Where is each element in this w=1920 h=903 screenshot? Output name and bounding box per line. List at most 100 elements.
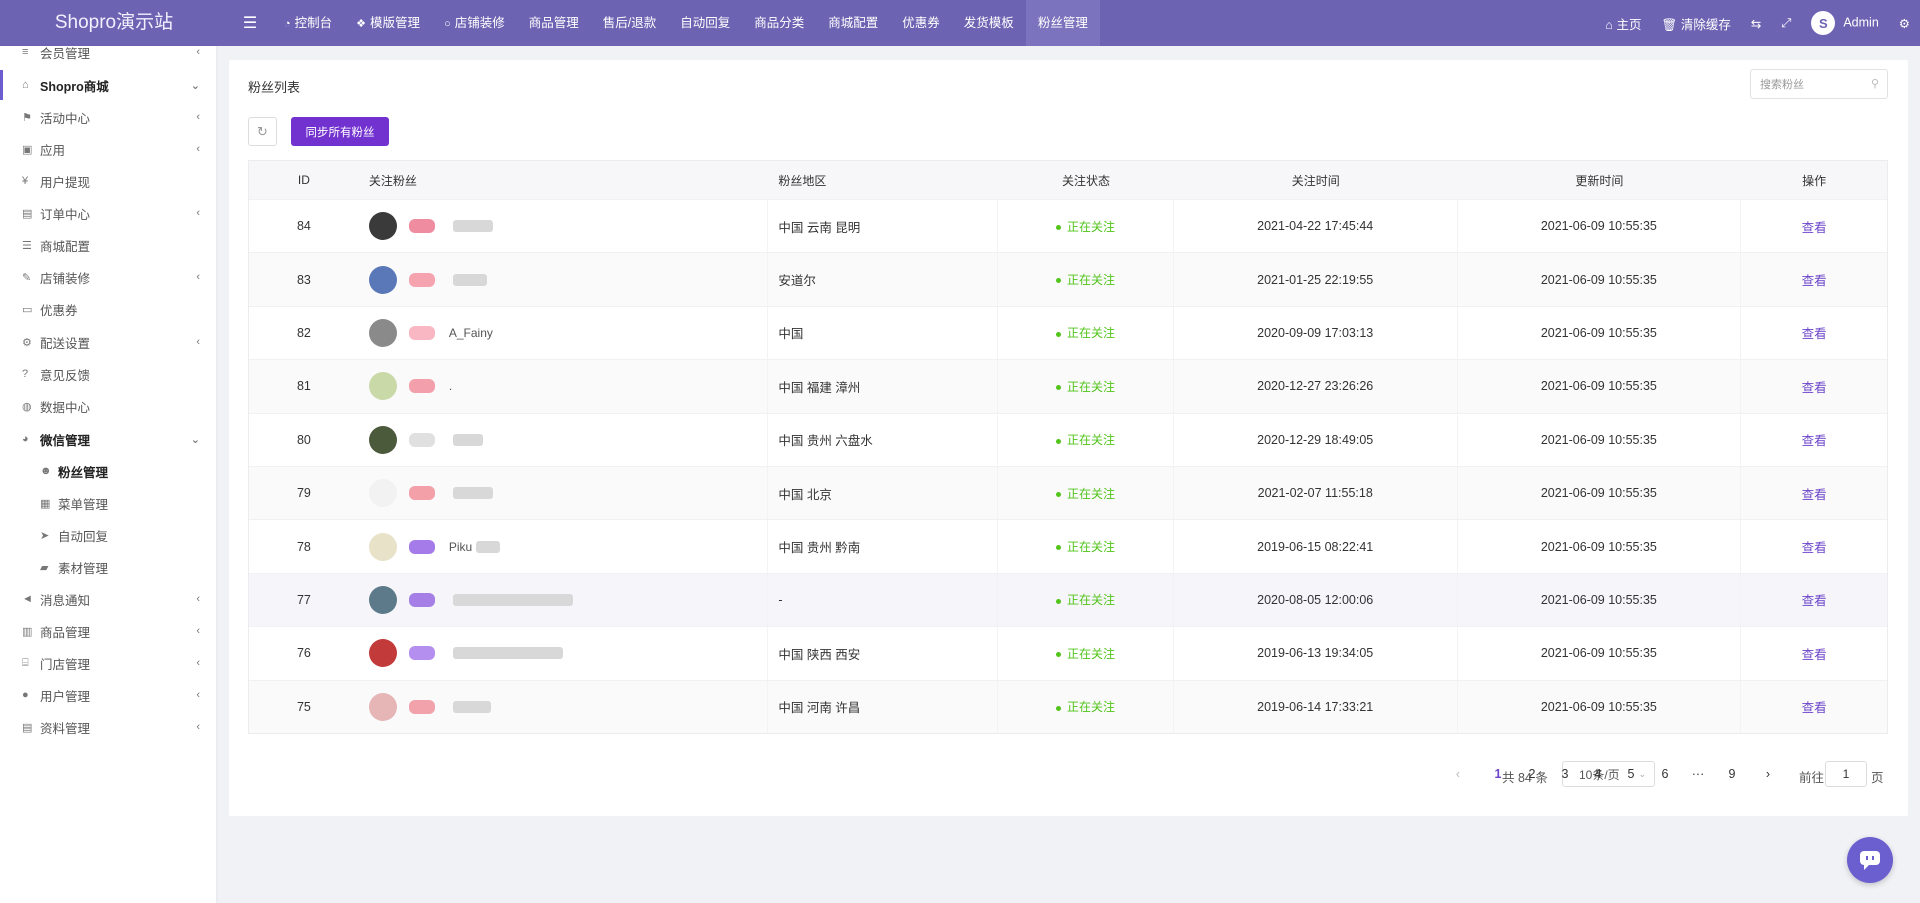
home-link[interactable]: ⌂ 主页 xyxy=(1595,14,1651,33)
app-logo[interactable]: Shopro演示站 xyxy=(0,0,228,46)
fan-cell xyxy=(359,573,769,627)
sidebar-item-2[interactable]: ⚑ 活动中心 ‹ xyxy=(0,102,216,132)
status-text: 正在关注 xyxy=(1066,486,1115,501)
view-link[interactable]: 查看 xyxy=(1802,434,1827,448)
sidebar-item-21[interactable]: ▤ 资料管理 ‹ xyxy=(0,712,216,742)
users-icon: ☻ xyxy=(40,465,52,477)
more-pages-icon[interactable]: ··· xyxy=(1688,767,1708,781)
settings-icon[interactable]: ⚙ xyxy=(1889,16,1920,31)
topnav-item-label: 商品管理 xyxy=(528,16,579,30)
topnav-item-5[interactable]: 自动回复 xyxy=(668,0,742,46)
table-row: 84 中国 云南 昆明 正在关注 2021-04-22 17:45:44 2021-06… xyxy=(249,199,1887,253)
file-icon: ▤ xyxy=(22,207,33,220)
sidebar-item-3[interactable]: ▣ 应用 ‹ xyxy=(0,134,216,164)
status-text: 正在关注 xyxy=(1066,433,1115,448)
status-badge: 正在关注 xyxy=(1055,271,1115,288)
prev-page-icon[interactable]: ‹ xyxy=(1448,767,1468,781)
sidebar-item-0[interactable]: ≡ 会员管理 ‹ xyxy=(0,46,216,67)
action-cell: 查看 xyxy=(1741,270,1887,289)
topnav-item-3[interactable]: 商品管理 xyxy=(517,0,591,46)
yen-icon: ¥ xyxy=(22,175,29,187)
sidebar-item-15[interactable]: ➤ 自动回复 xyxy=(0,520,216,550)
topnav-item-8[interactable]: 优惠券 xyxy=(890,0,952,46)
status-badge: 正在关注 xyxy=(1055,538,1115,555)
topnav-item-7[interactable]: 商城配置 xyxy=(816,0,890,46)
action-cell: 查看 xyxy=(1741,590,1887,609)
status-dot-icon xyxy=(1055,652,1061,658)
sidebar-item-1[interactable]: ⌂ Shopro商城 ⌄ xyxy=(0,70,216,100)
chevron-left-icon: ‹ xyxy=(196,111,200,123)
fullscreen-icon[interactable]: ⤢ xyxy=(1771,16,1801,31)
topnav-item-4[interactable]: 售后/退款 xyxy=(591,0,668,46)
topnav-item-6[interactable]: 商品分类 xyxy=(742,0,816,46)
page-number[interactable]: 2 xyxy=(1522,767,1542,781)
sidebar-item-11[interactable]: ◍ 数据中心 xyxy=(0,391,216,421)
view-link[interactable]: 查看 xyxy=(1802,648,1827,662)
sidebar-item-16[interactable]: ▰ 素材管理 xyxy=(0,552,216,582)
clear-cache-button[interactable]: 🗑 清除缓存 xyxy=(1651,14,1740,33)
sidebar-item-8[interactable]: ▭ 优惠券 xyxy=(0,294,216,324)
sidebar-item-label: 消息通知 xyxy=(40,593,91,608)
chat-support-button[interactable] xyxy=(1847,837,1893,883)
status-text: 正在关注 xyxy=(1066,700,1115,715)
flag-icon: ⚑ xyxy=(22,111,32,124)
sidebar-item-13[interactable]: ☻ 粉丝管理 xyxy=(0,456,216,486)
sidebar-item-10[interactable]: ? 意见反馈 xyxy=(0,359,216,389)
view-link[interactable]: 查看 xyxy=(1802,701,1827,715)
refresh-button[interactable]: ↻ xyxy=(248,117,277,146)
next-page-icon[interactable]: › xyxy=(1758,767,1778,781)
sidebar-item-17[interactable]: ◄ 消息通知 ‹ xyxy=(0,584,216,614)
sync-all-fans-button[interactable]: 同步所有粉丝 xyxy=(291,117,389,146)
update-time: 2021-06-09 10:55:35 xyxy=(1458,413,1742,466)
topnav-item-label: 商品分类 xyxy=(754,16,805,30)
home-icon: ⌂ xyxy=(22,79,29,91)
topnav-item-1[interactable]: ❖ 模版管理 xyxy=(344,0,432,46)
avatar xyxy=(368,532,397,561)
fan-region: 中国 贵州 六盘水 xyxy=(768,413,999,466)
search-input[interactable]: 搜索粉丝 ⚲ xyxy=(1750,69,1888,99)
translate-icon[interactable]: ⇆ xyxy=(1741,16,1771,31)
ticket-icon: ▭ xyxy=(22,303,33,316)
sidebar-item-12[interactable]: ◕ 微信管理 ⌄ xyxy=(0,424,216,454)
page-number[interactable]: 3 xyxy=(1555,767,1575,781)
main-panel: 粉丝列表 搜索粉丝 ⚲ ↻ 同步所有粉丝 ID 关注粉丝 粉丝地区 关注状态 关注时间 更… xyxy=(229,60,1908,816)
menu-toggle-icon[interactable]: ☰ xyxy=(228,0,272,46)
sidebar-item-9[interactable]: ⚙ 配送设置 ‹ xyxy=(0,327,216,357)
topnav-item-10[interactable]: 粉丝管理 xyxy=(1025,0,1100,46)
user-menu[interactable]: S Admin xyxy=(1801,11,1888,35)
page-number[interactable]: 9 xyxy=(1722,767,1742,781)
sidebar-item-14[interactable]: ▦ 菜单管理 xyxy=(0,488,216,518)
fan-id: 81 xyxy=(296,379,311,394)
view-link[interactable]: 查看 xyxy=(1802,221,1827,235)
folder-icon: ▰ xyxy=(40,561,49,574)
top-nav: ◔ 控制台 ❖ 模版管理 ○ 店铺装修 商品管理 售后/退款 自动回复 商品分类 商城配置 优惠券 发货… xyxy=(272,0,1100,46)
sidebar-item-5[interactable]: ▤ 订单中心 ‹ xyxy=(0,198,216,228)
topnav-item-0[interactable]: ◔ 控制台 xyxy=(272,0,344,46)
view-link[interactable]: 查看 xyxy=(1802,594,1827,608)
page-number[interactable]: 1 xyxy=(1488,767,1508,781)
action-cell: 查看 xyxy=(1741,697,1887,716)
chevron-left-icon: ‹ xyxy=(196,689,200,701)
page-number[interactable]: 4 xyxy=(1588,767,1608,781)
gender-tag xyxy=(408,219,435,234)
view-link[interactable]: 查看 xyxy=(1802,327,1827,341)
sidebar-item-18[interactable]: ▥ 商品管理 ‹ xyxy=(0,616,216,646)
sidebar-item-4[interactable]: ¥ 用户提现 xyxy=(0,166,216,196)
sidebar-item-7[interactable]: ✎ 店铺装修 ‹ xyxy=(0,262,216,292)
sidebar-item-6[interactable]: ☰ 商城配置 xyxy=(0,230,216,260)
page-size-select[interactable]: 10条/页 ⌄ xyxy=(1562,761,1655,787)
table-row: 75 中国 河南 许昌 正在关注 2019-06-14 17:33:21 2021-06… xyxy=(249,679,1887,733)
topnav-item-2[interactable]: ○ 店铺装修 xyxy=(432,0,517,46)
view-link[interactable]: 查看 xyxy=(1802,541,1827,555)
sidebar-item-19[interactable]: ⌸ 门店管理 ‹ xyxy=(0,648,216,678)
goto-page-input[interactable]: 1 xyxy=(1825,761,1867,787)
gender-tag xyxy=(408,325,435,340)
view-link[interactable]: 查看 xyxy=(1802,381,1827,395)
page-number[interactable]: 6 xyxy=(1655,767,1675,781)
view-link[interactable]: 查看 xyxy=(1802,274,1827,288)
page-number[interactable]: 5 xyxy=(1621,767,1641,781)
topnav-item-9[interactable]: 发货模板 xyxy=(952,0,1026,46)
sidebar-item-20[interactable]: ● 用户管理 ‹ xyxy=(0,680,216,710)
action-cell: 查看 xyxy=(1741,430,1887,449)
view-link[interactable]: 查看 xyxy=(1802,488,1827,502)
